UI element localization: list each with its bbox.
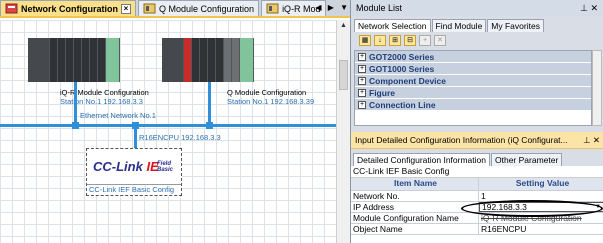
collapse-icon[interactable]: ⊟ bbox=[404, 34, 416, 46]
input-panel-title: Input Detailed Configuration Information… bbox=[355, 135, 568, 145]
cpu-label: R16ENCPU 192.168.3.3 bbox=[139, 133, 221, 142]
selected-object-name: CC-Link IEF Basic Config bbox=[351, 166, 603, 178]
setting-value-header: Setting Value bbox=[515, 178, 570, 188]
scroll-up-icon[interactable]: ▲ bbox=[340, 22, 347, 29]
tab-q-module-configuration[interactable]: Q Module Configuration bbox=[138, 0, 260, 16]
module-category-list: + GOT2000 Series + GOT1000 Series + Compone… bbox=[354, 50, 592, 126]
field-basic-logo: Field Basic bbox=[157, 161, 174, 173]
item-name-header: Item Name bbox=[351, 178, 479, 190]
module2-connection-line bbox=[208, 82, 211, 124]
module2-station: Station No.1 192.168.3.39 bbox=[227, 97, 315, 106]
network-canvas[interactable]: iQ-R Module Configuration Station No.1 1… bbox=[0, 20, 336, 243]
scroll-thumb[interactable] bbox=[339, 60, 348, 90]
input-panel-title-bar: Input Detailed Configuration Information… bbox=[351, 132, 603, 149]
row-name: Object Name bbox=[351, 224, 479, 234]
tab-network-configuration[interactable]: Network Configuration × bbox=[0, 0, 136, 16]
table-row[interactable]: Object Name R16ENCPU bbox=[351, 224, 603, 235]
canvas-vertical-scrollbar[interactable]: ▲ bbox=[336, 20, 350, 243]
tab-my-favorites[interactable]: My Favorites bbox=[487, 19, 544, 32]
cc-link-logo: CC-Link IE bbox=[93, 159, 159, 174]
network-configuration-pane: Network Configuration × Q Module Configu… bbox=[0, 0, 350, 243]
list-item[interactable]: + Figure bbox=[355, 87, 591, 99]
module1-station: Station No.1 192.168.3.3 bbox=[60, 97, 143, 106]
input-panel-tabs: Detailed Configuration Information Other… bbox=[351, 149, 603, 166]
tab-label: Q Module Configuration bbox=[159, 3, 255, 14]
row-name: Module Configuration Name bbox=[351, 213, 479, 223]
iq-r-module-rack[interactable] bbox=[28, 38, 120, 82]
module1-connection-line bbox=[74, 82, 77, 124]
add-favorite-icon[interactable]: + bbox=[419, 34, 431, 46]
row-name: IP Address bbox=[351, 202, 479, 212]
tab-network-selection[interactable]: Network Selection bbox=[354, 19, 431, 32]
list-item[interactable]: + Component Device bbox=[355, 75, 591, 87]
connection-node bbox=[72, 122, 79, 129]
sort-icon[interactable]: ▦ bbox=[359, 34, 371, 46]
cpu-connection-line bbox=[134, 124, 137, 148]
row-value[interactable]: R16ENCPU bbox=[479, 224, 603, 234]
tab-detailed-configuration[interactable]: Detailed Configuration Information bbox=[353, 153, 490, 166]
expand-icon[interactable]: ⊞ bbox=[389, 34, 401, 46]
editor-tab-bar: Network Configuration × Q Module Configu… bbox=[0, 0, 350, 18]
network-label: Ethernet Network No.1 bbox=[80, 111, 156, 120]
connection-node bbox=[206, 122, 213, 129]
tab-navigation-arrows[interactable]: ◀ ▶ ▼ bbox=[315, 3, 350, 12]
tab-other-parameter[interactable]: Other Parameter bbox=[491, 153, 563, 166]
pin-close-icons[interactable]: ⊥ ✕ bbox=[580, 3, 598, 14]
highlight-ellipse bbox=[461, 200, 603, 217]
list-item[interactable]: + GOT1000 Series bbox=[355, 63, 591, 75]
list-item[interactable]: + GOT2000 Series bbox=[355, 51, 591, 63]
category-scrollbar[interactable] bbox=[592, 50, 602, 126]
module-list-title-bar: Module List ⊥ ✕ bbox=[351, 0, 603, 16]
pin-close-icons[interactable]: ⊥ ✕ bbox=[583, 135, 600, 146]
list-item[interactable]: + Connection Line bbox=[355, 99, 591, 111]
tab-label: Network Configuration bbox=[21, 3, 118, 14]
sort-az-icon[interactable]: ↓ bbox=[374, 34, 386, 46]
cc-link-caption: CC-Link IEF Basic Config bbox=[87, 184, 181, 195]
tab-find-module[interactable]: Find Module bbox=[431, 19, 487, 32]
module-config-icon bbox=[143, 3, 156, 14]
ethernet-line[interactable] bbox=[0, 124, 336, 127]
network-icon bbox=[5, 3, 18, 14]
q-module-rack[interactable] bbox=[162, 38, 254, 82]
close-icon[interactable]: × bbox=[121, 3, 131, 14]
module-list-tabs: Network Selection Find Module My Favorit… bbox=[351, 16, 603, 32]
module-config-icon bbox=[266, 3, 279, 14]
row-name: Network No. bbox=[351, 191, 479, 201]
cc-link-ief-basic-config[interactable]: CC-Link IE Field Basic CC-Link IEF Basic… bbox=[86, 148, 182, 196]
module2-name: Q Module Configuration bbox=[227, 88, 307, 97]
grid-header: Item Name Setting Value bbox=[351, 178, 603, 191]
delete-icon[interactable]: ✕ bbox=[434, 34, 446, 46]
right-dock: Module List ⊥ ✕ Network Selection Find M… bbox=[350, 0, 603, 243]
module-list-title: Module List bbox=[356, 3, 403, 13]
module-list-toolbar: ▦ ↓ ⊞ ⊟ + ✕ bbox=[351, 32, 603, 48]
